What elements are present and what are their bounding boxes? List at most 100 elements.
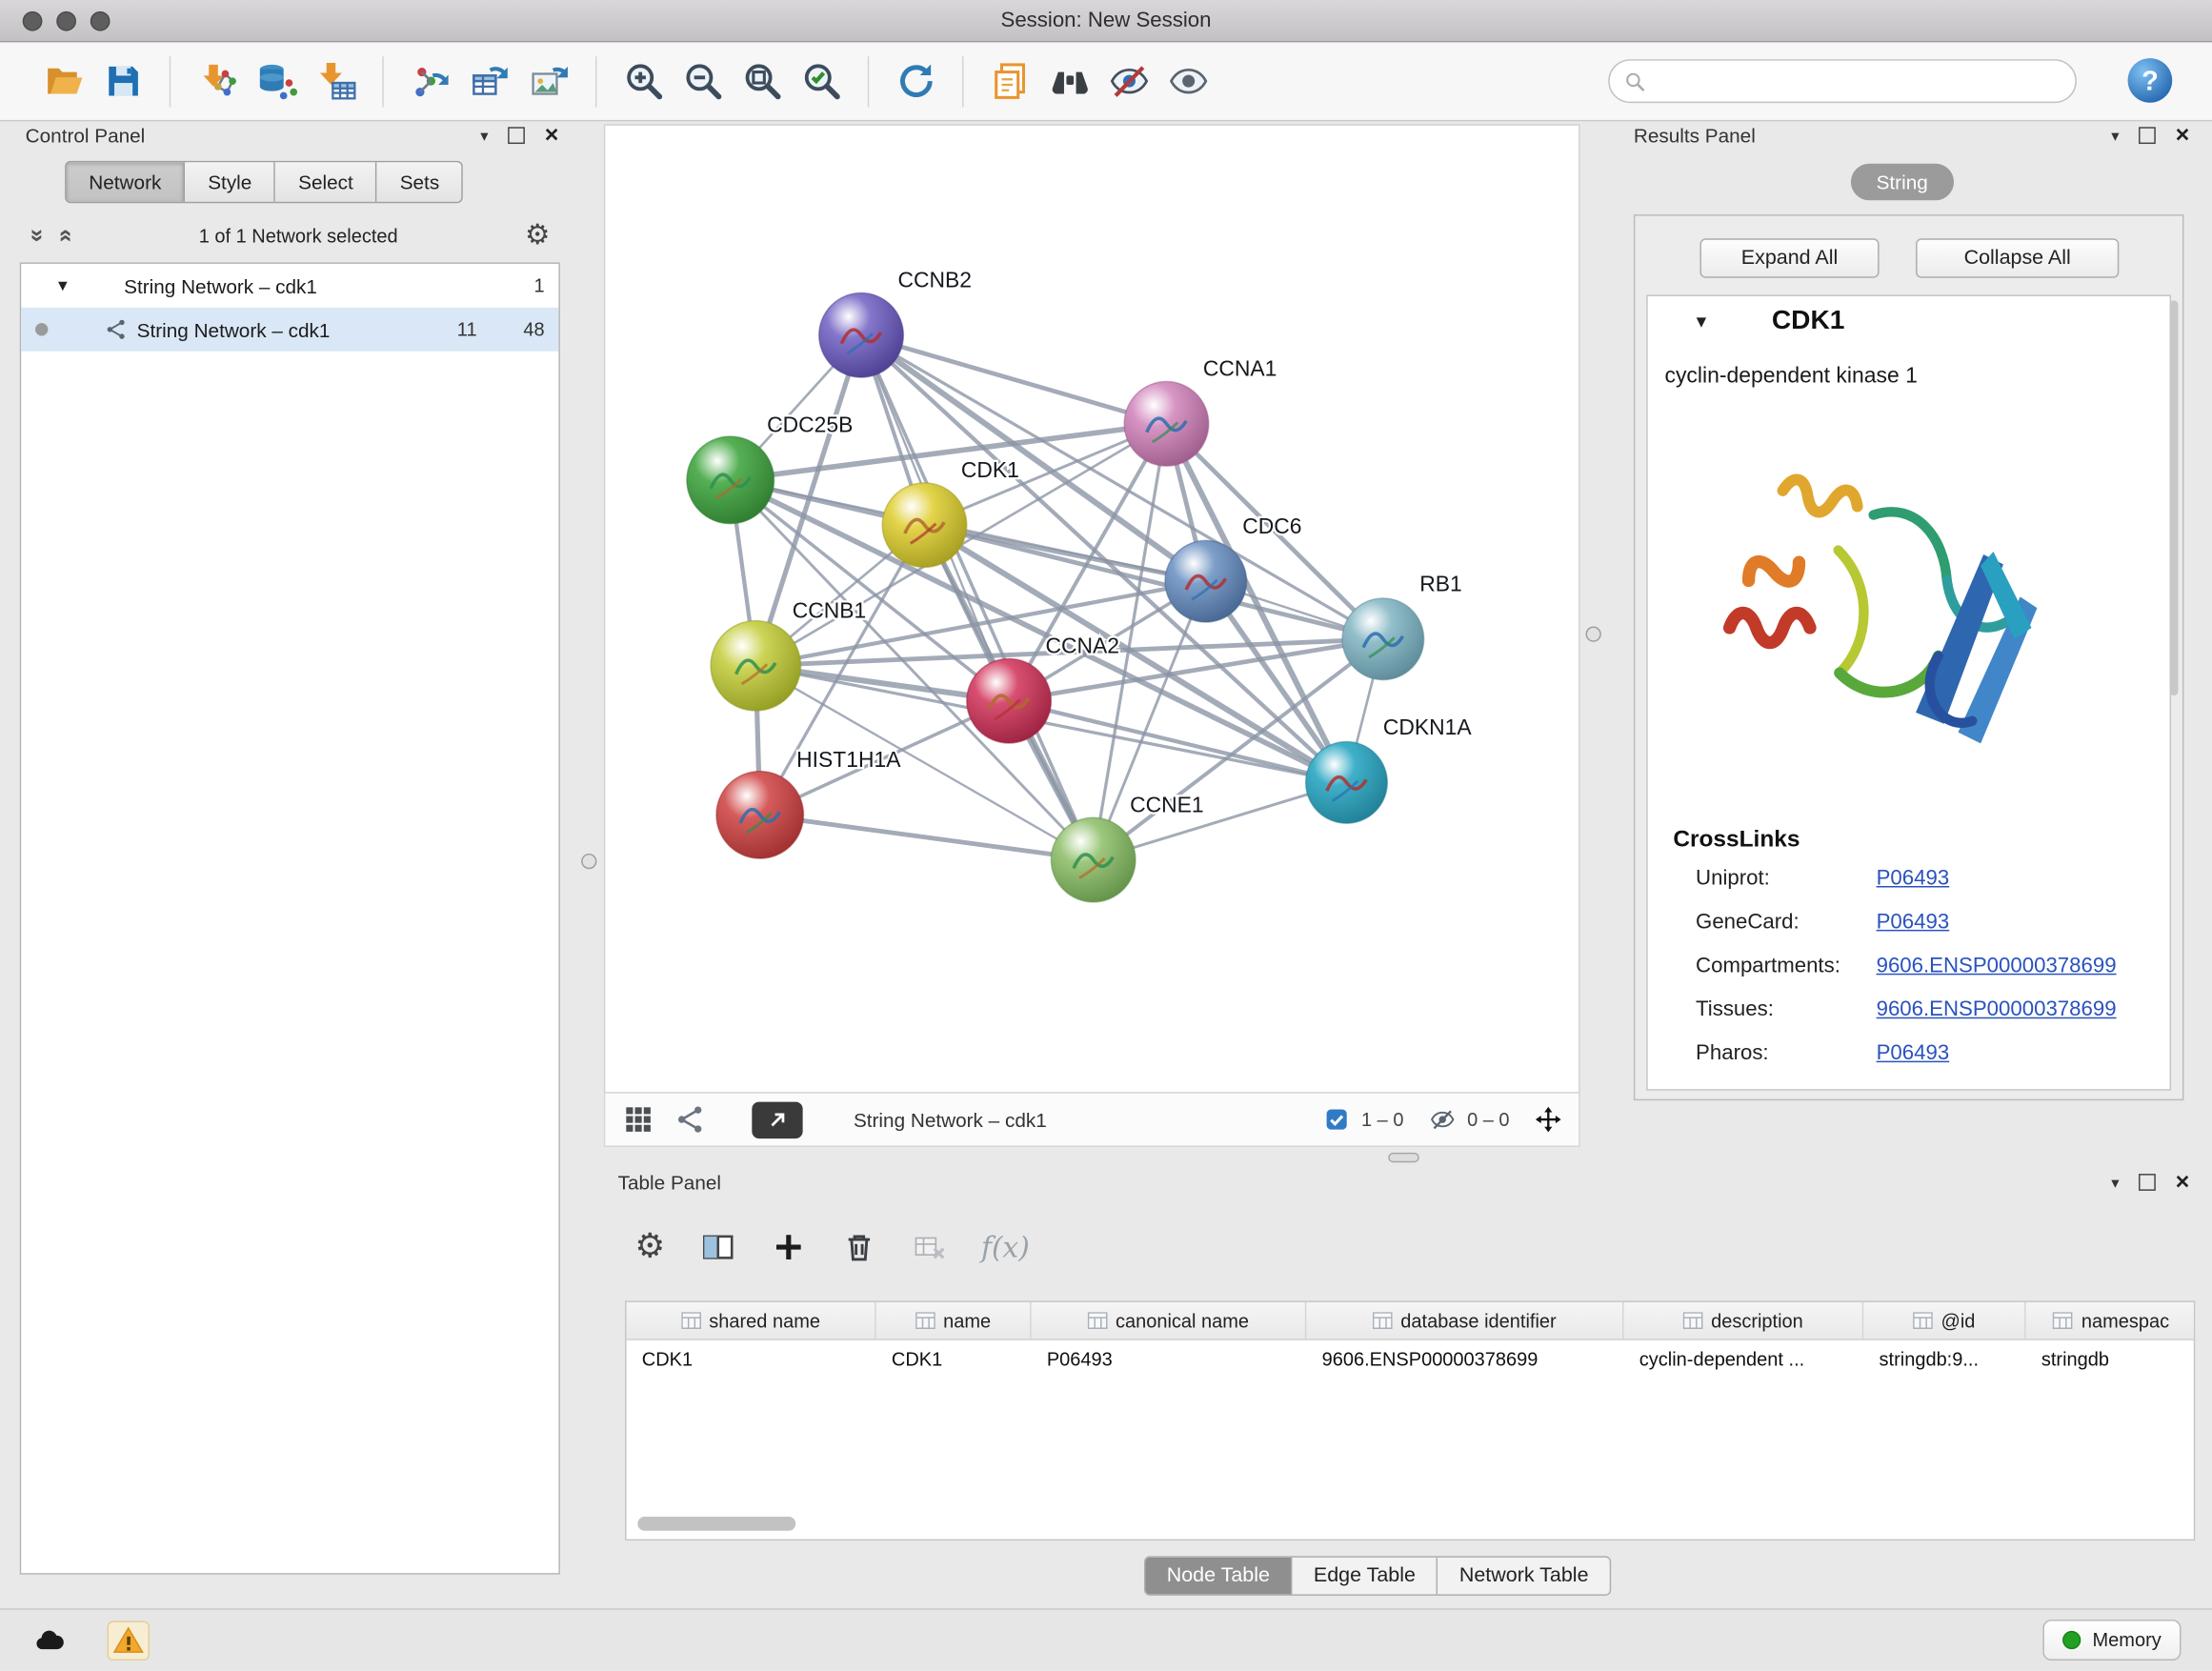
refresh-button[interactable]: [886, 51, 945, 111]
horizontal-splitter-handle[interactable]: [1388, 1153, 1419, 1162]
search-input[interactable]: [1655, 70, 2061, 92]
svg-text:?: ?: [2142, 67, 2159, 97]
pan-tool-icon[interactable]: [1535, 1106, 1561, 1133]
maximize-panel-icon[interactable]: [2139, 127, 2156, 144]
export-network-button[interactable]: [401, 51, 460, 111]
tab-network[interactable]: Network: [67, 162, 186, 201]
zoom-window-button[interactable]: [90, 11, 111, 31]
tab-network-table[interactable]: Network Table: [1438, 1558, 1610, 1595]
tab-style[interactable]: Style: [186, 162, 276, 201]
network-node-ccne1[interactable]: CCNE1: [1051, 792, 1203, 902]
tab-select[interactable]: Select: [275, 162, 377, 201]
import-network-from-file-button[interactable]: [188, 51, 247, 111]
expand-all-button[interactable]: Expand All: [1699, 238, 1879, 277]
expand-all-networks-icon[interactable]: »: [24, 229, 52, 242]
network-node-hist1h1a[interactable]: HIST1H1A: [716, 747, 901, 858]
tree-expander-icon[interactable]: ▼: [55, 277, 70, 294]
minimize-window-button[interactable]: [56, 11, 76, 31]
tissues-link[interactable]: 9606.ENSP00000378699: [1877, 997, 2117, 1021]
memory-button[interactable]: Memory: [2043, 1620, 2182, 1661]
network-node-cdk1[interactable]: CDK1: [882, 457, 1019, 568]
export-image-button[interactable]: [519, 51, 578, 111]
float-panel-icon[interactable]: ▾: [480, 127, 488, 145]
network-row[interactable]: String Network – cdk1 11 48: [21, 308, 558, 352]
close-panel-icon[interactable]: ×: [2176, 127, 2190, 144]
main-toolbar: ?: [0, 42, 2212, 121]
column-header-database-identifier[interactable]: database identifier: [1306, 1302, 1623, 1339]
crosslink-label: Uniprot:: [1696, 866, 1877, 890]
hidden-eye-icon[interactable]: [1429, 1106, 1456, 1133]
detach-view-button[interactable]: [752, 1101, 802, 1138]
column-header-name[interactable]: name: [876, 1302, 1032, 1339]
tab-sets[interactable]: Sets: [377, 162, 462, 201]
export-table-button[interactable]: [460, 51, 519, 111]
network-canvas[interactable]: CCNB2CCNA1CDC25BCDK1CDC6RB1CCNB1CCNA2CDK…: [605, 126, 1579, 1092]
table-horizontal-scrollbar[interactable]: [637, 1517, 795, 1531]
uniprot-link[interactable]: P06493: [1877, 866, 1950, 890]
collapse-gene-icon[interactable]: ▼: [1693, 312, 1710, 332]
help-button[interactable]: ?: [2124, 55, 2175, 106]
column-header-description[interactable]: description: [1624, 1302, 1864, 1339]
column-header-id[interactable]: @id: [1863, 1302, 2025, 1339]
node-label-ccnb2: CCNB2: [897, 268, 972, 292]
network-node-ccnb1[interactable]: CCNB1: [711, 598, 866, 711]
zoom-in-button[interactable]: [613, 51, 673, 111]
compartments-link[interactable]: 9606.ENSP00000378699: [1877, 954, 2117, 977]
float-panel-icon[interactable]: ▾: [2111, 1173, 2119, 1191]
warning-icon[interactable]: [108, 1621, 150, 1661]
results-panel: Results Panel ▾ × String Expand All Coll…: [1622, 124, 2201, 1112]
crosslink-label: Pharos:: [1696, 1041, 1877, 1065]
genecard-link[interactable]: P06493: [1877, 910, 1950, 934]
documents-button[interactable]: [980, 51, 1039, 111]
save-session-button[interactable]: [93, 51, 152, 111]
cloud-status-icon[interactable]: [29, 1621, 70, 1661]
add-column-icon[interactable]: [770, 1229, 807, 1266]
network-edge[interactable]: [861, 335, 1094, 860]
table-row[interactable]: CDK1 CDK1 P06493 9606.ENSP00000378699 cy…: [627, 1340, 2194, 1378]
zoom-selected-button[interactable]: [792, 51, 851, 111]
tab-string[interactable]: String: [1851, 164, 1953, 201]
birdseye-view-icon[interactable]: [622, 1103, 654, 1136]
gene-symbol: CDK1: [1772, 306, 1845, 337]
results-scrollbar[interactable]: [2170, 300, 2179, 695]
collapse-all-networks-icon[interactable]: »: [51, 229, 80, 242]
open-session-button[interactable]: [34, 51, 93, 111]
pharos-link[interactable]: P06493: [1877, 1041, 1950, 1065]
hide-eye-icon[interactable]: [1099, 51, 1158, 111]
tab-edge-table[interactable]: Edge Table: [1293, 1558, 1438, 1595]
show-eye-icon[interactable]: [1158, 51, 1217, 111]
network-node-cdkn1a[interactable]: CDKN1A: [1306, 715, 1473, 823]
zoom-out-button[interactable]: [673, 51, 732, 111]
close-panel-icon[interactable]: ×: [2176, 1174, 2190, 1191]
network-edge[interactable]: [760, 815, 1094, 859]
selected-checkbox-icon[interactable]: [1323, 1106, 1350, 1133]
right-splitter-handle[interactable]: [1586, 627, 1601, 642]
network-overview-icon[interactable]: [674, 1103, 707, 1136]
tab-node-table[interactable]: Node Table: [1145, 1558, 1292, 1595]
delete-column-trash-icon[interactable]: [840, 1229, 877, 1266]
network-node-ccna1[interactable]: CCNA1: [1124, 356, 1277, 467]
show-columns-icon[interactable]: [699, 1229, 736, 1266]
close-panel-icon[interactable]: ×: [545, 127, 559, 144]
maximize-panel-icon[interactable]: [2139, 1174, 2156, 1191]
delete-table-icon: [911, 1229, 948, 1266]
float-panel-icon[interactable]: ▾: [2111, 127, 2119, 145]
left-splitter-handle[interactable]: [581, 854, 596, 869]
network-node-rb1[interactable]: RB1: [1342, 572, 1462, 680]
column-header-canonical-name[interactable]: canonical name: [1032, 1302, 1307, 1339]
maximize-panel-icon[interactable]: [508, 127, 525, 144]
import-network-from-database-button[interactable]: [247, 51, 306, 111]
import-table-from-file-button[interactable]: [306, 51, 365, 111]
network-options-gear-icon[interactable]: ⚙: [525, 222, 551, 251]
collapse-all-button[interactable]: Collapse All: [1916, 238, 2119, 277]
zoom-fit-content-button[interactable]: [733, 51, 792, 111]
node-label-hist1h1a: HIST1H1A: [796, 747, 901, 772]
table-options-gear-icon[interactable]: ⚙: [634, 1233, 665, 1261]
network-collection-row[interactable]: ▼ String Network – cdk1 1: [21, 264, 558, 308]
column-header-namespace[interactable]: namespac: [2026, 1302, 2196, 1339]
node-label-ccne1: CCNE1: [1130, 792, 1204, 816]
gene-detail-card: ▼ CDK1 cyclin-dependent kinase 1: [1646, 295, 2171, 1091]
column-header-shared-name[interactable]: shared name: [627, 1302, 876, 1339]
search-binoculars-button[interactable]: [1039, 51, 1098, 111]
close-window-button[interactable]: [23, 11, 43, 31]
